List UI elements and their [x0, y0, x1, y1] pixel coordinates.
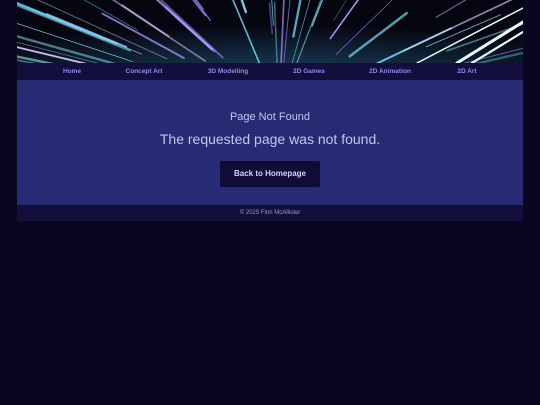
back-to-homepage-button[interactable]: Back to Homepage — [220, 161, 320, 187]
nav-2d-games[interactable]: 2D Games — [293, 63, 325, 80]
nav-concept-art[interactable]: Concept Art — [126, 63, 163, 80]
hero-banner — [17, 0, 523, 63]
light-streaks-image — [17, 0, 523, 63]
footer: © 2025 Finn McAllister — [17, 205, 523, 221]
error-message: The requested page was not found. — [159, 131, 381, 147]
error-panel: Page Not Found The requested page was no… — [17, 80, 523, 205]
nav-2d-animation[interactable]: 2D Animation — [369, 63, 411, 80]
nav-2d-art[interactable]: 2D Art — [457, 63, 476, 80]
site-container: Home Concept Art 3D Modelling 2D Games 2… — [17, 0, 523, 221]
nav-3d-modelling[interactable]: 3D Modelling — [208, 63, 248, 80]
nav-home[interactable]: Home — [63, 63, 81, 80]
page-title: Page Not Found — [229, 111, 311, 123]
copyright-text: © 2025 Finn McAllister — [239, 210, 301, 216]
main-nav: Home Concept Art 3D Modelling 2D Games 2… — [17, 63, 523, 80]
